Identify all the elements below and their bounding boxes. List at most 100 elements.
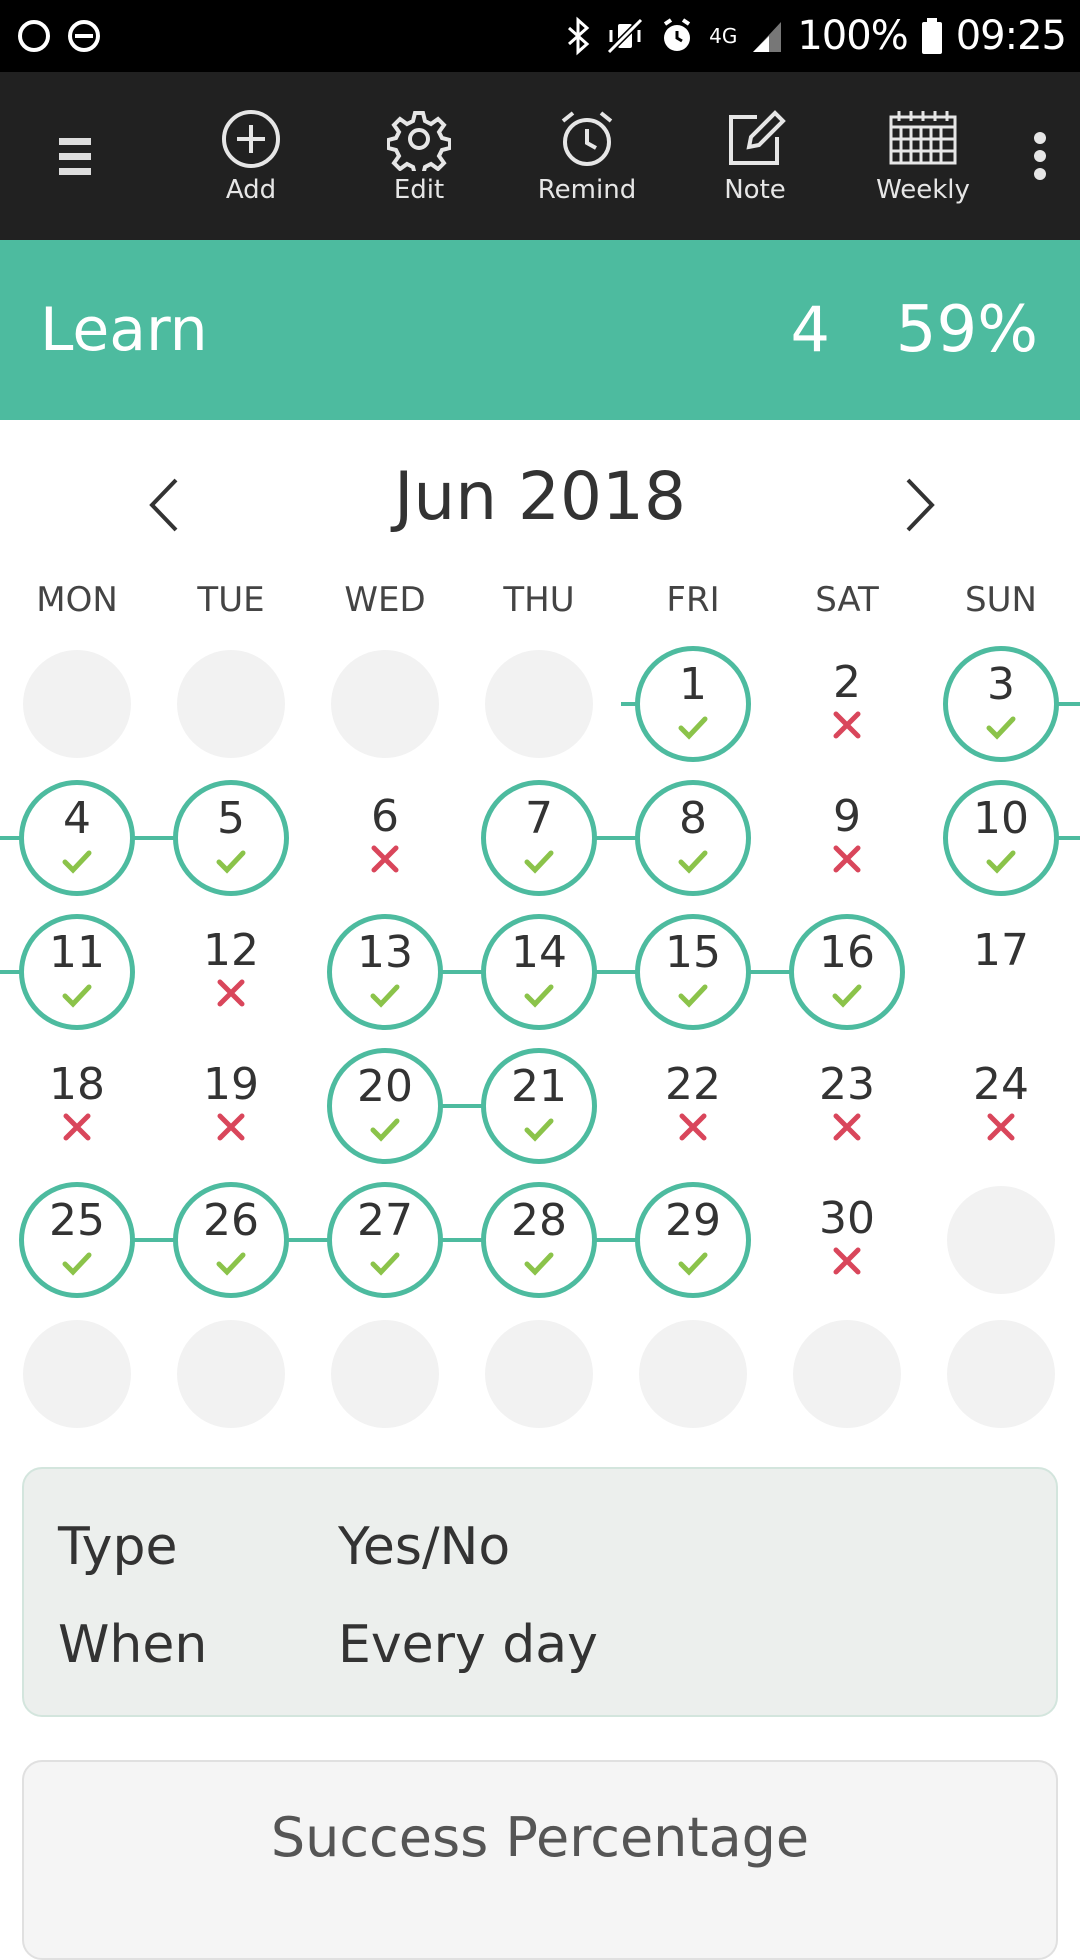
day-number: 6 <box>371 791 399 842</box>
check-icon <box>678 716 708 740</box>
day-number: 1 <box>679 659 707 710</box>
next-month-button[interactable] <box>880 460 960 550</box>
calendar-day[interactable]: 12 <box>173 914 289 1030</box>
circle-icon <box>18 20 50 52</box>
calendar-day[interactable]: 28 <box>481 1182 597 1298</box>
calendar-day[interactable]: 1 <box>635 646 751 762</box>
calendar-day[interactable]: 24 <box>943 1048 1059 1164</box>
calendar-day[interactable]: 25 <box>19 1182 135 1298</box>
cross-icon <box>217 1113 245 1141</box>
calendar-day[interactable]: 11 <box>19 914 135 1030</box>
cross-icon <box>217 979 245 1007</box>
calendar-day[interactable]: 5 <box>173 780 289 896</box>
streak-connector <box>439 1104 485 1108</box>
note-button[interactable]: Note <box>680 72 830 240</box>
weekly-label: Weekly <box>876 175 970 205</box>
calendar-empty-slot <box>947 1320 1055 1428</box>
do-not-disturb-icon <box>68 20 100 52</box>
day-number: 2 <box>833 657 861 708</box>
calendar-day[interactable]: 27 <box>327 1182 443 1298</box>
streak-connector <box>593 1238 639 1242</box>
check-icon <box>370 1252 400 1276</box>
calendar-day[interactable]: 17 <box>943 914 1059 1030</box>
calendar-day[interactable]: 26 <box>173 1182 289 1298</box>
calendar-day[interactable]: 19 <box>173 1048 289 1164</box>
calendar-day[interactable]: 7 <box>481 780 597 896</box>
day-number: 9 <box>833 791 861 842</box>
cross-icon <box>833 845 861 873</box>
success-percentage-card: Success Percentage <box>22 1760 1058 1960</box>
weekly-button[interactable]: Weekly <box>848 72 998 240</box>
day-number: 25 <box>49 1195 105 1246</box>
streak-connector <box>593 970 639 974</box>
day-number: 7 <box>525 793 553 844</box>
calendar-day[interactable]: 14 <box>481 914 597 1030</box>
check-icon <box>370 1118 400 1142</box>
cross-icon <box>833 1247 861 1275</box>
streak-connector <box>747 970 793 974</box>
battery-icon <box>921 18 942 54</box>
check-icon <box>986 850 1016 874</box>
signal-icon <box>753 22 782 52</box>
calendar-empty-slot <box>947 1186 1055 1294</box>
month-navigation: Jun 2018 <box>0 420 1080 570</box>
check-icon <box>524 1252 554 1276</box>
day-number: 26 <box>203 1195 259 1246</box>
habit-info-card: Type Yes/No When Every day <box>22 1467 1058 1717</box>
calendar-day[interactable]: 18 <box>19 1048 135 1164</box>
cross-icon <box>987 1113 1015 1141</box>
weekday-thu: THU <box>503 580 575 620</box>
day-number: 21 <box>511 1061 567 1112</box>
streak-connector <box>131 836 177 840</box>
check-icon <box>62 984 92 1008</box>
calendar-day[interactable]: 3 <box>943 646 1059 762</box>
status-right-icons: 4G 100% 09:25 <box>563 0 1067 72</box>
calendar-day[interactable]: 8 <box>635 780 751 896</box>
calendar-empty-slot <box>23 650 131 758</box>
calendar-empty-slot <box>331 1320 439 1428</box>
calendar-day[interactable]: 9 <box>789 780 905 896</box>
habit-streak: 4 <box>790 293 830 366</box>
note-label: Note <box>724 175 786 205</box>
type-value: Yes/No <box>338 1517 511 1577</box>
success-percentage-title: Success Percentage <box>270 1806 810 1869</box>
calendar-day[interactable]: 21 <box>481 1048 597 1164</box>
calendar-empty-slot <box>23 1320 131 1428</box>
calendar-day[interactable]: 2 <box>789 646 905 762</box>
day-number: 16 <box>819 927 875 978</box>
day-number: 13 <box>357 927 413 978</box>
chevron-right-icon <box>906 478 935 532</box>
when-label: When <box>58 1615 208 1675</box>
remind-button[interactable]: Remind <box>512 72 662 240</box>
edit-button[interactable]: Edit <box>344 72 494 240</box>
overflow-menu-button[interactable] <box>1010 72 1070 240</box>
calendar-day[interactable]: 15 <box>635 914 751 1030</box>
day-number: 5 <box>217 793 245 844</box>
day-number: 14 <box>511 927 567 978</box>
streak-connector <box>593 836 639 840</box>
battery-percent: 100% <box>797 13 908 59</box>
day-number: 8 <box>679 793 707 844</box>
calendar-day[interactable]: 29 <box>635 1182 751 1298</box>
calendar-day[interactable]: 10 <box>943 780 1059 896</box>
menu-button[interactable] <box>0 72 150 240</box>
calendar-day[interactable]: 4 <box>19 780 135 896</box>
calendar-day[interactable]: 20 <box>327 1048 443 1164</box>
check-icon <box>62 850 92 874</box>
calendar-day[interactable]: 13 <box>327 914 443 1030</box>
weekday-wed: WED <box>344 580 426 620</box>
day-number: 28 <box>511 1195 567 1246</box>
weekday-mon: MON <box>36 580 118 620</box>
more-vert-icon <box>1034 132 1046 180</box>
calendar-day[interactable]: 6 <box>327 780 443 896</box>
calendar-day[interactable]: 23 <box>789 1048 905 1164</box>
check-icon <box>524 1118 554 1142</box>
calendar-day[interactable]: 16 <box>789 914 905 1030</box>
day-number: 15 <box>665 927 721 978</box>
calendar-day[interactable]: 22 <box>635 1048 751 1164</box>
day-number: 29 <box>665 1195 721 1246</box>
add-button[interactable]: Add <box>176 72 326 240</box>
gear-icon <box>387 111 451 171</box>
streak-connector <box>131 1238 177 1242</box>
calendar-day[interactable]: 30 <box>789 1182 905 1298</box>
